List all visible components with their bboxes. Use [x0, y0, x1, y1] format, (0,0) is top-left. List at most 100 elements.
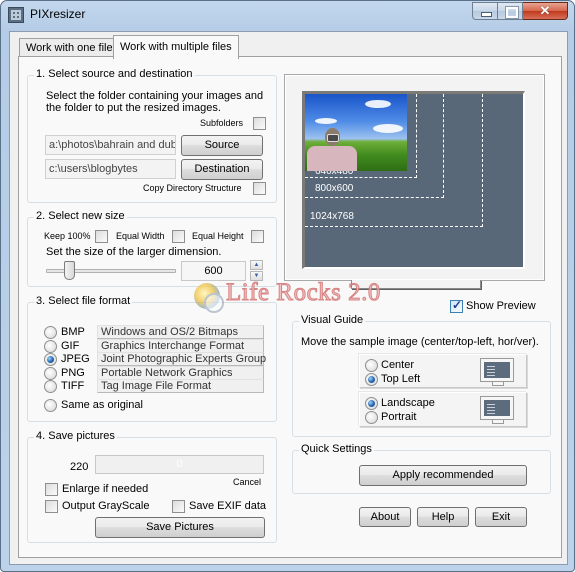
guide-lines-icon	[487, 366, 495, 376]
source-description-line1: Select the folder containing your images…	[46, 90, 264, 102]
format-name: BMP	[61, 326, 85, 338]
tab-multiple-files[interactable]: Work with multiple files	[113, 35, 239, 59]
format-description: Windows and OS/2 Bitmaps	[97, 325, 264, 339]
grayscale-label: Output GrayScale	[62, 500, 150, 512]
title-bar[interactable]: PIXresizer ✕	[1, 1, 574, 29]
sample-image[interactable]	[305, 94, 407, 171]
minimize-button[interactable]	[472, 2, 498, 20]
same-as-original-radio[interactable]	[44, 399, 57, 412]
quick-settings-legend: Quick Settings	[299, 443, 374, 455]
size-value-field[interactable]: 600	[181, 261, 246, 281]
save-pictures-group: 4. Save pictures 220 0 Cancel Enlarge if…	[27, 430, 277, 543]
app-window: PIXresizer ✕ Work with one file Work wit…	[0, 0, 575, 572]
cloud	[365, 100, 391, 108]
tab-panel-multiple-files: 1. Select source and destination Select …	[18, 56, 562, 558]
preview-monitor: 1024x768 800x600 640x480	[284, 74, 545, 281]
orientation-landscape-radio[interactable]	[365, 397, 378, 410]
equal-height-checkbox[interactable]	[251, 230, 264, 243]
guide-label-1024x768: 1024x768	[310, 211, 354, 222]
destination-path-field[interactable]: c:\users\blogbytes	[45, 159, 176, 179]
source-button[interactable]: Source	[181, 135, 263, 156]
source-path-field[interactable]: a:\photos\bahrain and dub	[45, 135, 176, 155]
destination-button[interactable]: Destination	[181, 159, 263, 180]
size-instruction: Set the size of the larger dimension.	[46, 246, 222, 258]
window-title: PIXresizer	[30, 7, 86, 21]
orientation-portrait-radio[interactable]	[365, 411, 378, 424]
camera	[327, 134, 339, 142]
cloud	[373, 124, 403, 133]
apply-recommended-button[interactable]: Apply recommended	[359, 465, 527, 486]
show-preview-checkbox[interactable]	[450, 298, 463, 313]
size-slider-thumb[interactable]	[64, 261, 76, 280]
format-radio[interactable]	[44, 340, 57, 353]
maximize-button[interactable]	[498, 2, 523, 20]
orientation-portrait-label[interactable]: Portrait	[381, 411, 416, 423]
visual-guide-group: Visual Guide Move the sample image (cent…	[292, 314, 551, 437]
keep-100-checkbox[interactable]	[95, 230, 108, 243]
exit-button[interactable]: Exit	[475, 507, 527, 527]
copy-structure-checkbox[interactable]	[253, 182, 266, 195]
cloud	[315, 118, 337, 124]
format-radio[interactable]	[44, 380, 57, 393]
help-button[interactable]: Help	[417, 507, 469, 527]
format-radio[interactable]	[44, 367, 57, 380]
orientation-landscape-label[interactable]: Landscape	[381, 397, 435, 409]
format-description: Joint Photographic Experts Group	[97, 352, 266, 366]
format-radio[interactable]	[44, 326, 57, 339]
file-format-group: 3. Select file format BMP Windows and OS…	[27, 295, 277, 422]
format-name: JPEG	[61, 353, 90, 365]
position-top-left-radio[interactable]	[365, 373, 378, 386]
person-body	[307, 146, 357, 171]
new-size-group: 2. Select new size Keep 100% Equal Width…	[27, 210, 277, 287]
show-preview-label: Show Preview	[466, 300, 536, 312]
subfolders-checkbox[interactable]	[253, 117, 266, 130]
equal-height-label: Equal Height	[192, 231, 244, 241]
visual-guide-description: Move the sample image (center/top-left, …	[301, 336, 539, 348]
quick-settings-group: Quick Settings Apply recommended	[292, 443, 551, 494]
equal-width-checkbox[interactable]	[172, 230, 185, 243]
position-center-label[interactable]: Center	[381, 359, 414, 371]
format-name: TIFF	[61, 380, 85, 392]
close-icon: ✕	[539, 3, 551, 18]
source-description-line2: the folder to put the resized images.	[46, 102, 221, 114]
tab-one-file[interactable]: Work with one file	[19, 38, 120, 57]
source-destination-group: 1. Select source and destination Select …	[27, 68, 277, 203]
format-description: Tag Image File Format	[97, 379, 264, 393]
save-progress-bar: 0	[95, 455, 264, 474]
exif-label: Save EXIF data	[189, 500, 267, 512]
save-pictures-legend: 4. Save pictures	[34, 430, 117, 442]
exif-checkbox[interactable]	[172, 500, 185, 513]
enlarge-label: Enlarge if needed	[62, 483, 149, 495]
cancel-link[interactable]: Cancel	[233, 477, 261, 487]
watermark-globe-icon	[194, 283, 224, 313]
format-name: GIF	[61, 340, 80, 352]
orientation-monitor-icon	[480, 396, 514, 424]
file-format-legend: 3. Select file format	[34, 295, 133, 307]
subfolders-label: Subfolders	[200, 118, 244, 128]
format-description: Graphics Interchange Format	[97, 339, 264, 353]
preview-screen: 1024x768 800x600 640x480	[302, 91, 525, 269]
format-description: Portable Network Graphics	[97, 366, 264, 380]
grayscale-checkbox[interactable]	[45, 500, 58, 513]
format-name: PNG	[61, 367, 85, 379]
about-button[interactable]: About	[359, 507, 411, 527]
same-as-original-label[interactable]: Same as original	[61, 399, 143, 411]
position-center-radio[interactable]	[365, 359, 378, 372]
position-monitor-icon	[480, 358, 514, 386]
guide-label-800x600: 800x600	[315, 183, 354, 194]
position-top-left-label[interactable]: Top Left	[381, 373, 420, 385]
save-pictures-button[interactable]: Save Pictures	[95, 517, 265, 538]
keep-100-label: Keep 100%	[44, 231, 91, 241]
orientation-options-panel: Landscape Portrait	[359, 392, 527, 427]
equal-width-label: Equal Width	[116, 231, 165, 241]
watermark-text: Life Rocks 2.0	[226, 279, 381, 307]
format-radio[interactable]	[44, 353, 57, 366]
position-options-panel: Center Top Left	[359, 354, 527, 388]
copy-structure-label: Copy Directory Structure	[143, 183, 242, 193]
size-spin-up-button[interactable]: ▲	[250, 260, 263, 270]
close-button[interactable]: ✕	[523, 2, 568, 20]
guide-lines-icon	[487, 404, 495, 414]
file-count: 220	[70, 461, 89, 473]
visual-guide-legend: Visual Guide	[299, 314, 366, 326]
enlarge-checkbox[interactable]	[45, 483, 58, 496]
